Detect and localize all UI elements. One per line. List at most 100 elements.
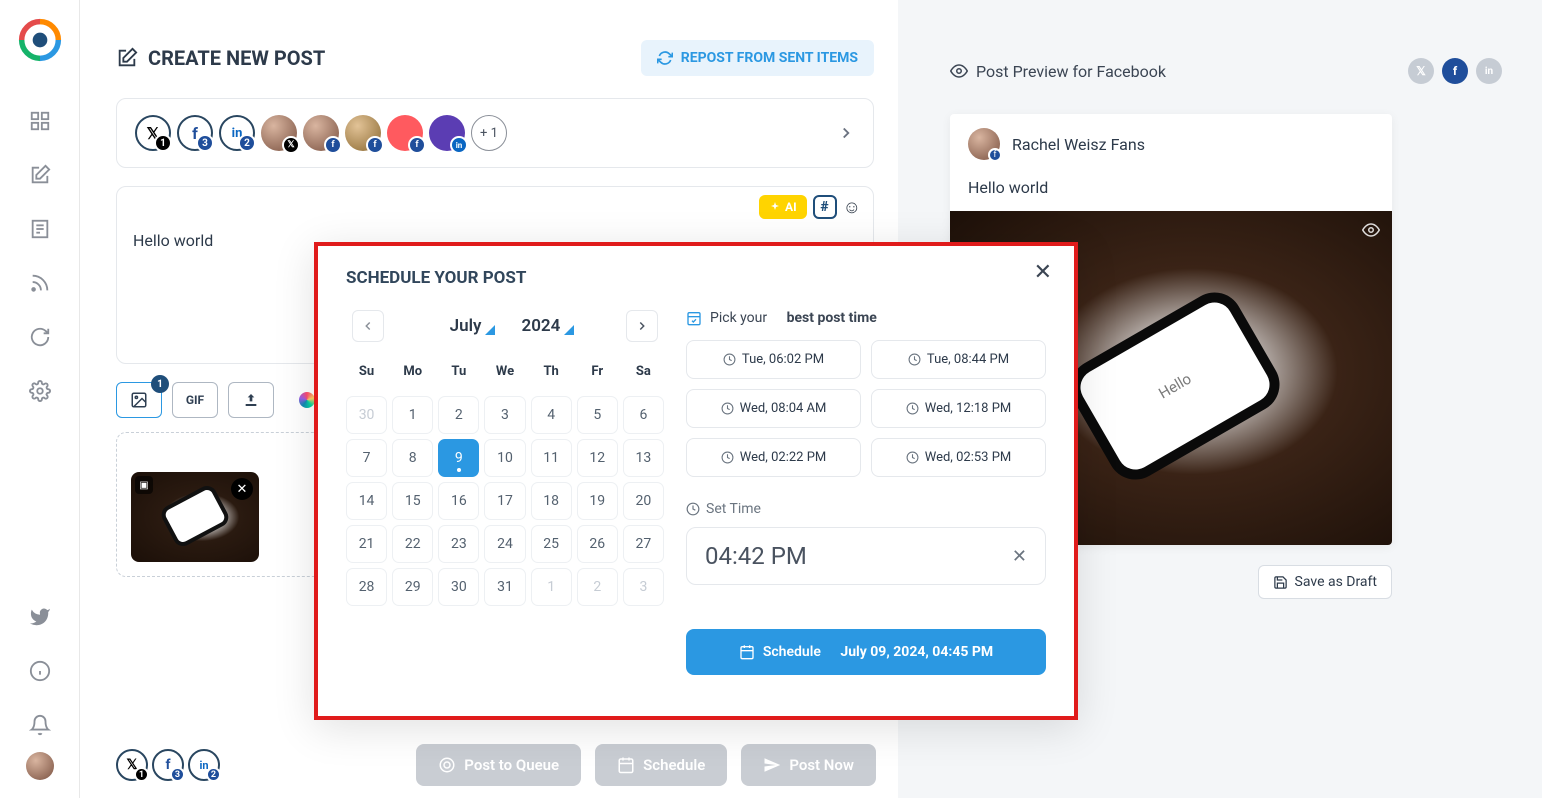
cal-day[interactable]: 31 (484, 568, 525, 606)
cal-day[interactable]: 14 (346, 482, 387, 520)
cal-day[interactable]: 25 (531, 525, 572, 563)
nav-twitter-icon[interactable] (29, 606, 51, 628)
bottom-account-x[interactable]: 𝕏1 (116, 749, 148, 781)
account-facebook[interactable]: f3 (177, 115, 213, 151)
cal-day[interactable]: 5 (577, 396, 618, 434)
suggested-time[interactable]: Wed, 02:53 PM (871, 438, 1046, 477)
account-brand[interactable]: in (429, 115, 465, 151)
nav-rss-icon[interactable] (29, 272, 51, 294)
account-linkedin[interactable]: in2 (219, 115, 255, 151)
accounts-card[interactable]: 𝕏1 f3 in2 𝕏 f f f in + 1 (116, 98, 874, 168)
accounts-more[interactable]: + 1 (471, 115, 507, 151)
cal-day[interactable]: 21 (346, 525, 387, 563)
account-badge: 1 (154, 134, 172, 152)
hashtag-button[interactable]: # (813, 195, 837, 219)
suggested-time[interactable]: Tue, 06:02 PM (686, 340, 861, 379)
bottom-account-fb[interactable]: f3 (152, 749, 184, 781)
account-avatar[interactable]: 𝕏 (261, 115, 297, 151)
nav-info-icon[interactable] (29, 660, 51, 682)
cal-day[interactable]: 3 (484, 396, 525, 434)
cal-day[interactable]: 15 (392, 482, 433, 520)
account-brand[interactable]: f (387, 115, 423, 151)
time-input[interactable]: 04:42 PM ✕ (686, 527, 1046, 585)
cal-year[interactable]: 2024 (521, 316, 560, 336)
suggested-time[interactable]: Wed, 02:22 PM (686, 438, 861, 477)
nav-recycle-icon[interactable] (29, 326, 51, 348)
cal-day[interactable]: 27 (623, 525, 664, 563)
nav-compose-icon[interactable] (29, 164, 51, 186)
repost-button[interactable]: REPOST FROM SENT ITEMS (641, 40, 874, 76)
thumbnail-remove[interactable]: ✕ (231, 478, 253, 500)
post-now-button[interactable]: Post Now (741, 744, 876, 786)
cal-day[interactable]: 7 (346, 439, 387, 477)
bottom-account-in[interactable]: in2 (188, 749, 220, 781)
cal-day[interactable]: 28 (346, 568, 387, 606)
save-draft-button[interactable]: Save as Draft (1258, 565, 1392, 599)
schedule-cta[interactable]: Schedule July 09, 2024, 04:45 PM (686, 629, 1046, 675)
cal-day[interactable]: 26 (577, 525, 618, 563)
account-badge: in (450, 136, 468, 154)
accounts-expand[interactable] (837, 124, 855, 142)
cal-day[interactable]: 3 (623, 568, 664, 606)
cal-prev[interactable] (352, 310, 384, 342)
preview-in-icon[interactable]: in (1476, 58, 1502, 84)
bottom-schedule-button[interactable]: Schedule (595, 744, 727, 786)
cal-day[interactable]: 4 (531, 396, 572, 434)
preview-fb-icon[interactable]: f (1442, 58, 1468, 84)
cal-day[interactable]: 2 (438, 396, 479, 434)
nav-dashboard-icon[interactable] (29, 110, 51, 132)
emoji-button[interactable]: ☺ (843, 197, 861, 218)
cal-day[interactable]: 24 (484, 525, 525, 563)
account-avatar[interactable]: f (345, 115, 381, 151)
calendar-icon (739, 644, 755, 660)
account-avatar[interactable]: f (303, 115, 339, 151)
suggested-time[interactable]: Wed, 08:04 AM (686, 389, 861, 428)
cal-day[interactable]: 1 (531, 568, 572, 606)
modal-close[interactable]: ✕ (1034, 260, 1052, 285)
cal-day[interactable]: 30 (346, 396, 387, 434)
cal-next[interactable] (626, 310, 658, 342)
cal-day[interactable]: 23 (438, 525, 479, 563)
cal-day[interactable]: 1 (392, 396, 433, 434)
cal-month[interactable]: July (450, 316, 482, 336)
cal-day[interactable]: 12 (577, 439, 618, 477)
cal-day[interactable]: 10 (484, 439, 525, 477)
cal-day[interactable]: 9 (438, 439, 479, 477)
cal-month-year[interactable]: July 2024 (450, 316, 561, 336)
media-gif-button[interactable]: GIF (172, 382, 218, 418)
calendar-nav: July 2024 (346, 310, 664, 342)
cal-day[interactable]: 13 (623, 439, 664, 477)
cal-day[interactable]: 2 (577, 568, 618, 606)
nav-bell-icon[interactable] (29, 714, 51, 736)
preview-phone: Hello (1074, 296, 1276, 476)
cal-day[interactable]: 11 (531, 439, 572, 477)
suggested-time[interactable]: Wed, 12:18 PM (871, 389, 1046, 428)
preview-view-icon[interactable] (1362, 221, 1380, 239)
suggested-time[interactable]: Tue, 08:44 PM (871, 340, 1046, 379)
cal-day[interactable]: 30 (438, 568, 479, 606)
cal-day[interactable]: 16 (438, 482, 479, 520)
cal-day[interactable]: 17 (484, 482, 525, 520)
cal-day[interactable]: 22 (392, 525, 433, 563)
cal-day[interactable]: 6 (623, 396, 664, 434)
nav-content-icon[interactable] (29, 218, 51, 240)
cal-day[interactable]: 29 (392, 568, 433, 606)
preview-x-icon[interactable]: 𝕏 (1408, 58, 1434, 84)
media-image-button[interactable]: 1 (116, 382, 162, 418)
media-thumbnail[interactable]: ▣ ✕ (131, 472, 259, 562)
post-to-queue-button[interactable]: Post to Queue (416, 744, 581, 786)
preview-username: Rachel Weisz Fans (1012, 135, 1145, 154)
time-clear[interactable]: ✕ (1012, 546, 1027, 567)
cal-day[interactable]: 18 (531, 482, 572, 520)
media-upload-button[interactable] (228, 382, 274, 418)
nav-settings-icon[interactable] (29, 380, 51, 402)
composer-tools: AI # ☺ (759, 195, 861, 219)
cal-day[interactable]: 8 (392, 439, 433, 477)
cal-day[interactable]: 20 (623, 482, 664, 520)
nav-user-avatar[interactable] (26, 752, 54, 780)
account-badge: 𝕏 (282, 136, 300, 154)
modal-title: SCHEDULE YOUR POST (346, 268, 1046, 288)
account-x[interactable]: 𝕏1 (135, 115, 171, 151)
ai-button[interactable]: AI (759, 195, 807, 219)
cal-day[interactable]: 19 (577, 482, 618, 520)
